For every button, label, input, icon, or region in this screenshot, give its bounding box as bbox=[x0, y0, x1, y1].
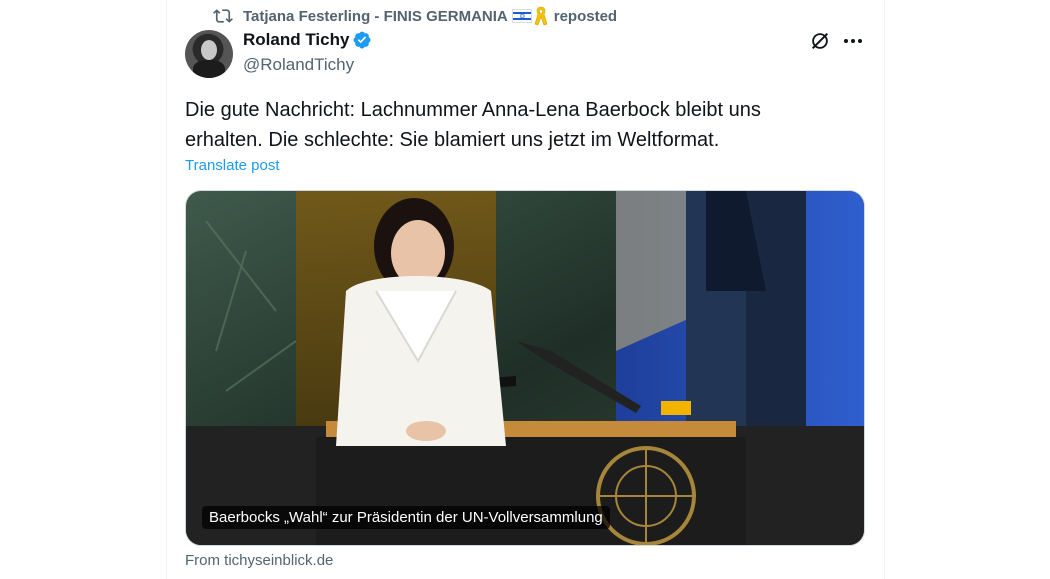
author-line[interactable]: Roland Tichy bbox=[243, 30, 372, 50]
repost-user-name[interactable]: Tatjana Festerling - FINIS GERMANIA bbox=[243, 8, 508, 25]
repost-icon bbox=[213, 9, 233, 23]
verified-badge-icon bbox=[353, 31, 371, 49]
tweet-text-line-2: erhalten. Die schlechte: Sie blamiert un… bbox=[185, 129, 720, 151]
repost-header[interactable]: Tatjana Festerling - FINIS GERMANIA ✡ re… bbox=[213, 5, 617, 27]
yellow-ribbon-icon bbox=[534, 6, 548, 26]
grok-icon[interactable] bbox=[809, 30, 831, 52]
translate-link[interactable]: Translate post bbox=[185, 157, 280, 174]
author-handle[interactable]: @RolandTichy bbox=[243, 55, 354, 75]
israel-flag-icon: ✡ bbox=[511, 9, 532, 23]
link-card-caption: Baerbocks „Wahl“ zur Präsidentin der UN-… bbox=[202, 506, 610, 529]
tweet-text: Die gute Nachricht: Lachnummer Anna-Lena… bbox=[185, 95, 855, 155]
link-card-source[interactable]: From tichyseinblick.de bbox=[185, 552, 333, 569]
tweet-text-line-1: Die gute Nachricht: Lachnummer Anna-Lena… bbox=[185, 99, 761, 121]
speaker-photo bbox=[186, 191, 864, 545]
avatar[interactable] bbox=[185, 30, 233, 78]
link-card-image[interactable]: Baerbocks „Wahl“ zur Präsidentin der UN-… bbox=[185, 190, 865, 546]
author-name[interactable]: Roland Tichy bbox=[243, 30, 349, 50]
repost-label: reposted bbox=[553, 7, 618, 25]
more-icon[interactable] bbox=[842, 30, 864, 52]
